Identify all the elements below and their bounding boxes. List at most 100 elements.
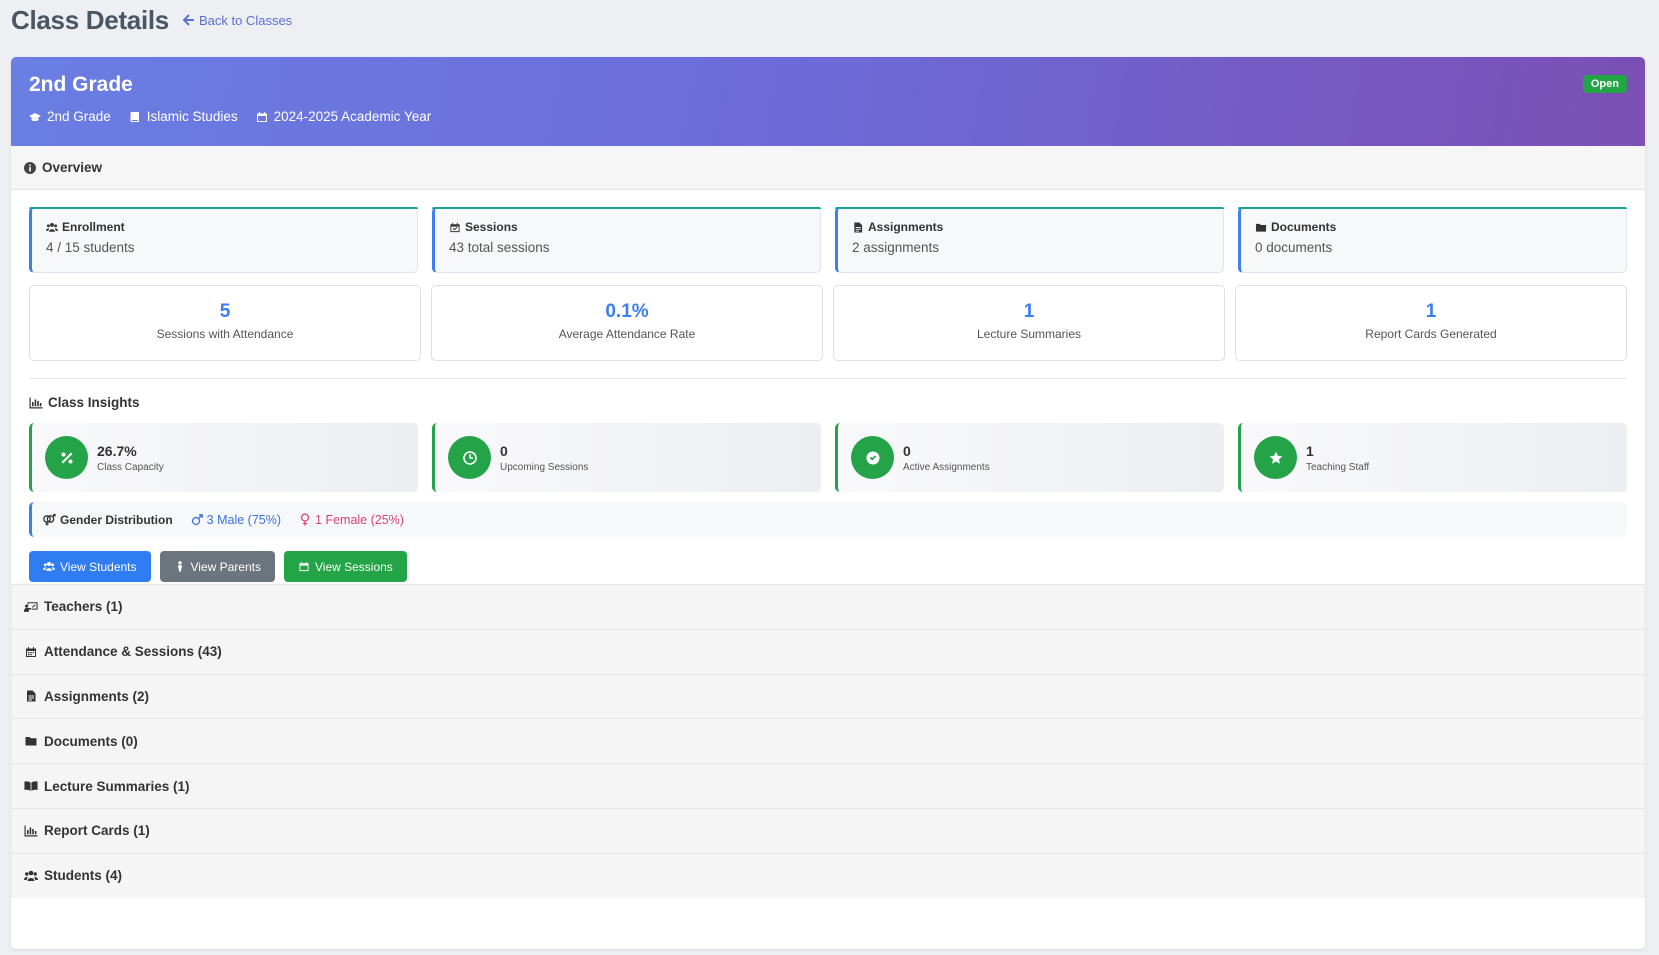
section-divider (29, 378, 1627, 379)
documents-label-text: Documents (1271, 220, 1337, 234)
gender-distribution-title: Gender Distribution (42, 513, 173, 527)
page-title: Class Details (11, 4, 169, 35)
gender-title-text: Gender Distribution (60, 512, 173, 527)
arrow-left-icon (182, 14, 194, 26)
insight-label: Teaching Staff (1306, 461, 1370, 473)
status-badge: Open (1582, 75, 1627, 93)
metric-value: 0.1% (605, 301, 649, 322)
insight-value: 1 (1306, 442, 1314, 459)
graduation-cap-icon (29, 112, 41, 121)
insight-cards: 26.7% Class Capacity 0 Upcoming Sessions (29, 423, 1627, 492)
insight-value: 0 (903, 442, 911, 459)
insight-label: Active Assignments (903, 461, 990, 473)
mars-icon (191, 514, 203, 526)
class-hero: 2nd Grade 2nd Grade Islamic Studies 2024… (11, 57, 1645, 146)
enrollment-label: Enrollment (46, 220, 403, 234)
users-icon (24, 870, 38, 881)
year-label: 2024-2025 Academic Year (273, 109, 432, 124)
section-label: Attendance & Sessions (43) (44, 644, 222, 660)
book-open-icon (24, 781, 38, 791)
detail-sections: Teachers (1) Attendance & Sessions (43) … (11, 584, 1645, 898)
section-attendance-sessions[interactable]: Attendance & Sessions (43) (11, 628, 1645, 674)
insight-icon-wrap (851, 436, 894, 479)
file-icon (27, 690, 36, 702)
view-sessions-label: View Sessions (314, 559, 393, 574)
insight-icon-wrap (448, 436, 491, 479)
gender-distribution: Gender Distribution 3 Male (75%) 1 Femal… (29, 502, 1627, 537)
section-documents[interactable]: Documents (0) (11, 718, 1645, 764)
enrollment-value: 4 / 15 students (46, 240, 135, 255)
section-report-cards[interactable]: Report Cards (1) (11, 807, 1645, 853)
insights-title-text: Class Insights (48, 395, 140, 410)
insight-icon-wrap (45, 436, 88, 479)
file-icon (854, 221, 863, 233)
section-label: Report Cards (1) (44, 823, 150, 839)
assignments-value: 2 assignments (852, 240, 940, 255)
insight-text: 1 Teaching Staff (1306, 443, 1369, 473)
section-label: Lecture Summaries (1) (44, 778, 190, 794)
teaching-staff-card: 1 Teaching Staff (1238, 423, 1627, 492)
section-label: Documents (0) (44, 733, 138, 749)
calendar-icon (26, 646, 36, 657)
venus-mars-icon (43, 513, 56, 525)
users-icon (46, 222, 58, 232)
metric-value: 5 (219, 301, 231, 322)
overview-title: Overview (42, 160, 103, 175)
folder-icon (25, 737, 37, 746)
bar-chart-icon (29, 397, 43, 408)
upcoming-sessions-card: 0 Upcoming Sessions (432, 423, 821, 492)
insight-value: 26.7% (97, 442, 137, 459)
calendar-check-icon (450, 222, 460, 232)
star-icon (1269, 451, 1282, 464)
overview-body: Enrollment 4 / 15 students Sessions 43 t… (11, 190, 1645, 582)
section-label: Assignments (2) (44, 688, 150, 704)
users-icon (43, 561, 55, 571)
back-link-label: Back to Classes (198, 12, 293, 28)
book-icon (130, 111, 139, 122)
section-label: Students (4) (44, 868, 123, 884)
percent-icon (61, 452, 72, 463)
attendance-rate-card: 0.1% Average Attendance Rate (431, 285, 823, 361)
documents-label: Documents (1255, 220, 1612, 234)
assignments-label: Assignments (852, 220, 1209, 234)
subject-meta: Islamic Studies (129, 109, 238, 124)
sessions-label-text: Sessions (465, 220, 518, 234)
sessions-with-attendance-card: 5 Sessions with Attendance (29, 285, 421, 361)
overview-header[interactable]: Overview (11, 146, 1645, 190)
section-label: Teachers (1) (44, 599, 123, 615)
metric-label: Sessions with Attendance (156, 327, 294, 341)
view-sessions-button[interactable]: View Sessions (283, 551, 407, 582)
year-meta: 2024-2025 Academic Year (256, 109, 432, 124)
info-circle-icon (24, 161, 36, 174)
calendar-icon (299, 561, 309, 572)
check-circle-icon (866, 451, 879, 464)
section-assignments[interactable]: Assignments (2) (11, 673, 1645, 719)
section-teachers[interactable]: Teachers (1) (11, 584, 1645, 629)
active-assignments-card: 0 Active Assignments (835, 423, 1224, 492)
insight-value: 0 (500, 442, 508, 459)
view-parents-button[interactable]: View Parents (159, 551, 275, 582)
summary-stats: Enrollment 4 / 15 students Sessions 43 t… (29, 207, 1627, 273)
view-students-button[interactable]: View Students (29, 551, 151, 582)
section-lecture-summaries[interactable]: Lecture Summaries (1) (11, 763, 1645, 808)
section-students[interactable]: Students (4) (11, 852, 1645, 898)
metric-value: 1 (1425, 301, 1437, 322)
class-name: 2nd Grade (29, 73, 133, 96)
metric-label: Lecture Summaries (976, 327, 1082, 341)
report-cards-card: 1 Report Cards Generated (1235, 285, 1627, 361)
back-to-classes-link[interactable]: Back to Classes (182, 12, 293, 28)
class-meta: 2nd Grade Islamic Studies 2024-2025 Acad… (29, 109, 1627, 124)
person-icon (177, 561, 182, 572)
chalkboard-teacher-icon (24, 602, 38, 612)
assignments-card: Assignments 2 assignments (835, 207, 1224, 273)
metric-label: Average Attendance Rate (558, 327, 696, 341)
attendance-metrics: 5 Sessions with Attendance 0.1% Average … (29, 285, 1627, 361)
view-students-label: View Students (60, 559, 137, 574)
female-count: 1 Female (25%) (299, 513, 404, 527)
folder-icon (1255, 223, 1267, 232)
class-card: 2nd Grade 2nd Grade Islamic Studies 2024… (11, 57, 1645, 949)
insight-text: 26.7% Class Capacity (97, 443, 164, 473)
action-buttons: View Students View Parents View Sessions (29, 551, 1627, 582)
enrollment-label-text: Enrollment (62, 220, 125, 234)
documents-card: Documents 0 documents (1238, 207, 1627, 273)
